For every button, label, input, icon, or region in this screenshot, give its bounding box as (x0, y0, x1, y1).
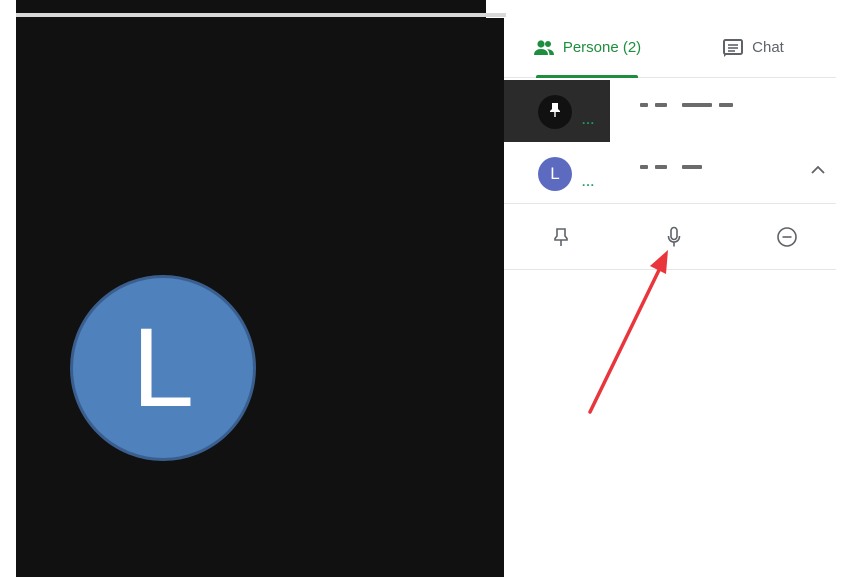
participant-thumbnail: L ... (504, 142, 610, 203)
participant-name-redacted (640, 103, 733, 107)
microphone-button[interactable] (661, 226, 687, 252)
participant-row[interactable]: L ... (504, 142, 836, 204)
pin-icon (548, 102, 562, 123)
participant-status: ... (582, 113, 596, 127)
participant-avatar: L (538, 157, 572, 191)
people-icon (533, 39, 555, 57)
chevron-up-icon[interactable] (810, 160, 826, 181)
remove-icon (776, 226, 798, 253)
participant-status: ... (582, 175, 596, 189)
remove-participant-button[interactable] (774, 226, 800, 252)
participant-actions (504, 206, 836, 270)
chat-icon (722, 38, 744, 58)
participant-video-tile[interactable]: L (16, 18, 504, 577)
pin-button[interactable] (548, 226, 574, 252)
tab-chat-label: Chat (752, 39, 784, 56)
top-frame-gap (486, 0, 844, 18)
participant-avatar-large: L (70, 275, 256, 461)
participant-name-redacted (640, 165, 702, 169)
participant-avatar (538, 95, 572, 129)
side-panel: Persone (2) Chat ... L ... (504, 18, 844, 579)
tab-people-label: Persone (2) (562, 39, 642, 56)
top-frame-divider (16, 13, 506, 17)
microphone-icon (666, 226, 682, 253)
participant-thumbnail: ... (504, 80, 610, 142)
participant-row[interactable]: ... (504, 80, 836, 142)
panel-tabs: Persone (2) Chat (504, 18, 836, 78)
tab-chat[interactable]: Chat (670, 18, 836, 77)
tab-people[interactable]: Persone (2) (504, 18, 670, 78)
pin-icon (553, 227, 569, 252)
